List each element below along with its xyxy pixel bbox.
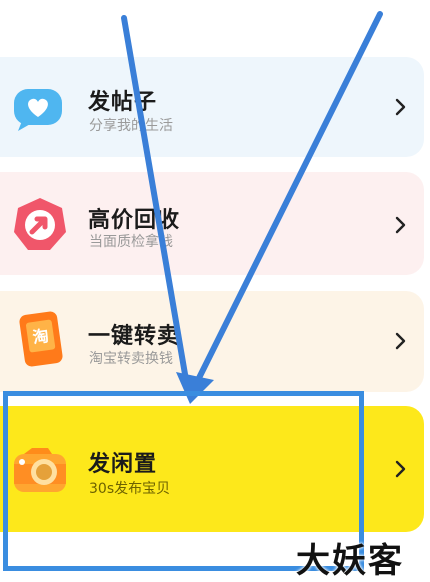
recycle-arrow-icon [14,198,66,250]
chevron-right-icon [395,216,406,234]
menu-item-subtitle: 淘宝转卖换钱 [89,351,173,367]
menu-item-title: 一键转卖 [88,324,181,349]
chevron-right-icon [395,332,406,350]
menu-item-title: 高价回收 [88,208,181,233]
menu-item-post[interactable]: 发帖子 分享我的生活 [0,57,424,157]
menu-item-resell[interactable]: 淘 一键转卖 淘宝转卖换钱 [0,291,424,392]
menu-item-title: 发帖子 [88,90,158,115]
menu-item-subtitle: 当面质检拿钱 [89,234,173,250]
chat-heart-icon [14,89,62,131]
svg-text:淘: 淘 [31,326,50,347]
watermark: 大妖客 [296,541,404,581]
menu-item-recycle[interactable]: 高价回收 当面质检拿钱 [0,172,424,275]
chevron-right-icon [395,98,406,116]
taobao-phone-icon: 淘 [19,311,63,367]
menu-item-subtitle: 分享我的生活 [89,118,173,134]
chevron-right-icon [395,460,406,478]
